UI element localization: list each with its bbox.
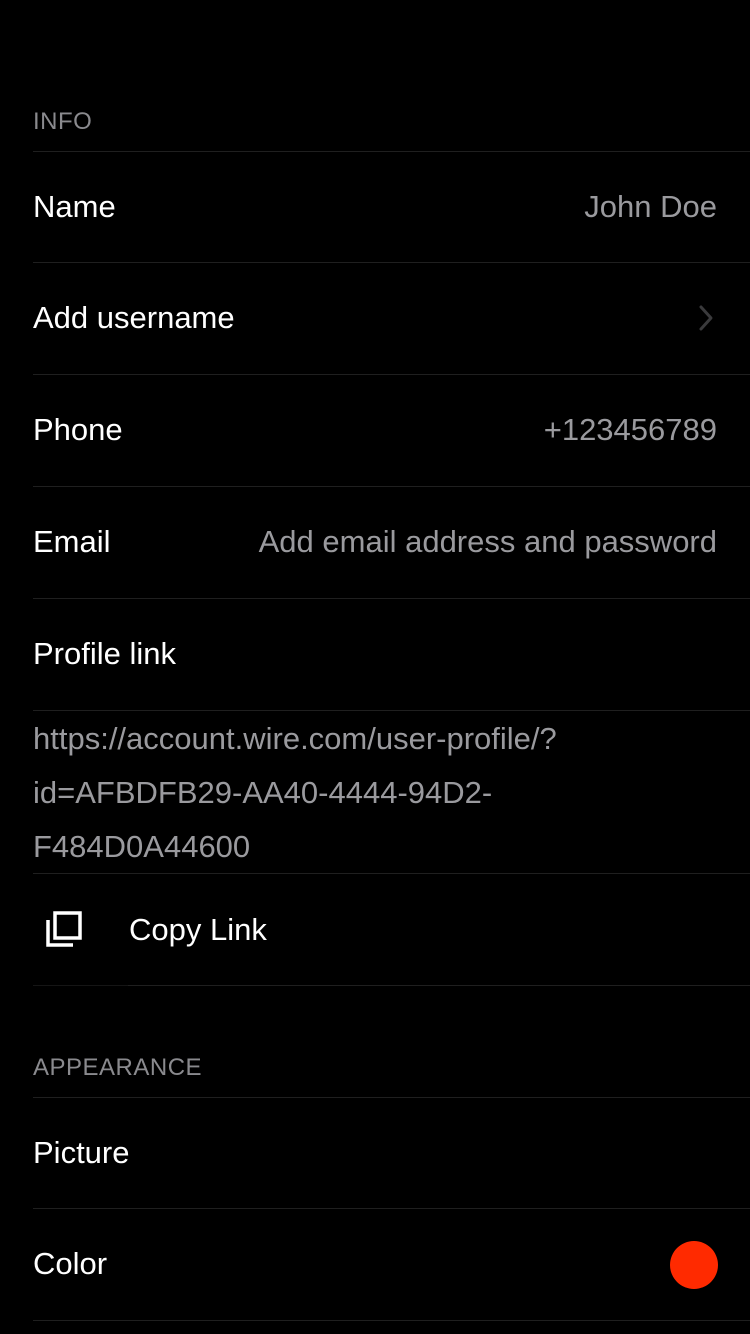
info-section-header: INFO [33,108,93,135]
email-value: Add email address and password [258,524,717,559]
name-label: Name [33,189,116,224]
email-label: Email [33,524,111,559]
profile-link-line: id=AFBDFB29-AA40-4444-94D2- [33,775,493,810]
color-label: Color [33,1246,108,1281]
picture-label: Picture [33,1135,130,1170]
email-row[interactable]: Email Add email address and password [0,487,750,597]
add-username-label: Add username [33,300,235,335]
divider [33,1320,750,1321]
name-row[interactable]: Name John Doe [0,152,750,262]
phone-row[interactable]: Phone +123456789 [0,375,750,485]
appearance-section-header: APPEARANCE [33,1054,203,1081]
add-username-row[interactable]: Add username [0,263,750,373]
divider [128,985,750,986]
name-value: John Doe [584,189,717,224]
profile-link-label: Profile link [33,636,176,671]
profile-link-url: https://account.wire.com/user-profile/? … [33,712,717,874]
copy-icon [46,911,82,947]
copy-link-button[interactable]: Copy Link [0,874,750,985]
profile-link-row: Profile link [0,599,750,709]
copy-link-label: Copy Link [129,912,267,947]
phone-label: Phone [33,412,123,447]
color-row[interactable]: Color [0,1209,750,1319]
accent-color-swatch[interactable] [670,1241,718,1289]
divider [33,985,128,986]
profile-link-line: https://account.wire.com/user-profile/? [33,721,557,756]
chevron-right-icon [699,305,713,331]
profile-link-line: F484D0A44600 [33,829,251,864]
phone-value: +123456789 [543,412,717,447]
divider [33,710,750,711]
picture-row[interactable]: Picture [0,1098,750,1208]
